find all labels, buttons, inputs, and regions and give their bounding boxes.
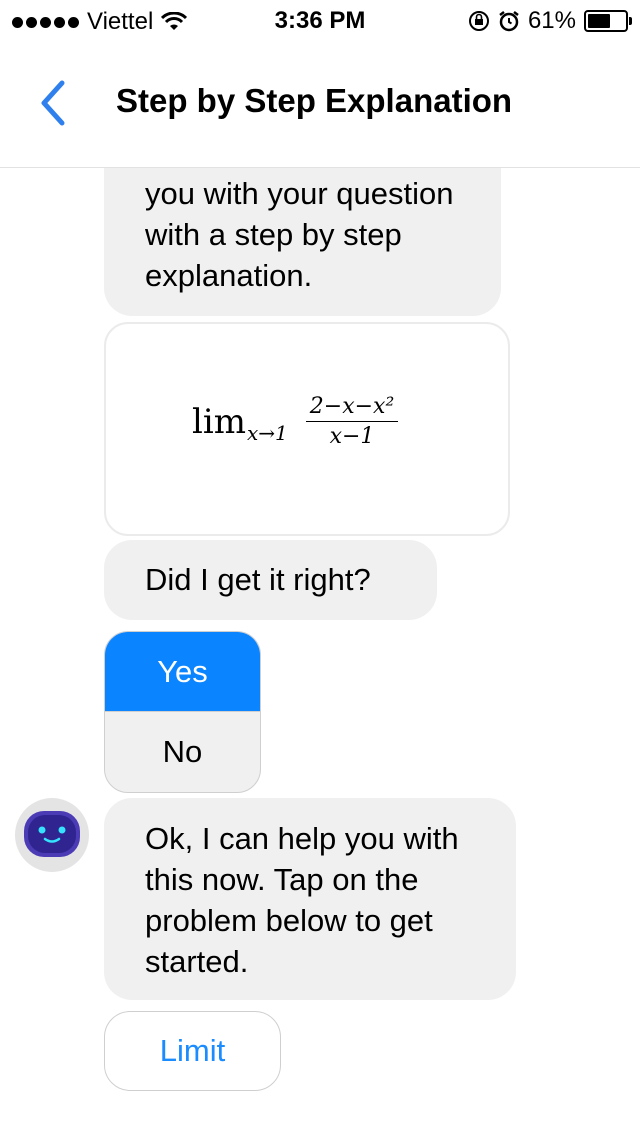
bot-message-intro: you with your question with a step by st… bbox=[104, 168, 501, 316]
status-left: Viettel bbox=[12, 8, 188, 36]
message-text: you with your question with a step by st… bbox=[145, 176, 454, 293]
yes-button[interactable]: Yes bbox=[105, 632, 260, 712]
battery-icon bbox=[584, 10, 632, 32]
fraction-numerator: 2−x−x² bbox=[305, 394, 399, 422]
robot-avatar-icon bbox=[18, 801, 86, 869]
signal-strength-icon bbox=[12, 16, 79, 28]
math-problem-card[interactable]: lim x→1 2−x−x² x−1 bbox=[104, 322, 510, 536]
navigation-bar: Step by Step Explanation bbox=[0, 40, 640, 168]
avatar bbox=[15, 798, 89, 872]
limit-operator: lim bbox=[192, 401, 246, 442]
fraction-denominator: x−1 bbox=[329, 424, 375, 449]
fraction: 2−x−x² x−1 bbox=[305, 394, 399, 449]
bot-message-help: Ok, I can help you with this now. Tap on… bbox=[104, 798, 516, 1000]
quick-reply-group: Yes No bbox=[104, 631, 261, 793]
alarm-icon bbox=[499, 11, 519, 32]
app-screen: Viettel 3:36 PM 61% Step by Step Explana… bbox=[0, 0, 640, 1136]
back-button[interactable] bbox=[30, 78, 80, 128]
page-title: Step by Step Explanation bbox=[116, 82, 513, 119]
status-right: 61% bbox=[468, 7, 632, 35]
math-expression: lim x→1 2−x−x² x−1 bbox=[192, 394, 399, 449]
carrier-name: Viettel bbox=[87, 8, 154, 35]
bot-message-question: Did I get it right? bbox=[104, 540, 437, 620]
chat-thread[interactable]: you with your question with a step by st… bbox=[0, 168, 640, 1136]
no-button[interactable]: No bbox=[105, 712, 260, 792]
limit-subscript: x→1 bbox=[247, 420, 288, 445]
status-bar: Viettel 3:36 PM 61% bbox=[0, 0, 640, 40]
battery-percent: 61% bbox=[527, 7, 576, 34]
wifi-icon bbox=[161, 12, 188, 30]
rotation-lock-icon bbox=[468, 11, 489, 31]
limit-button[interactable]: Limit bbox=[104, 1011, 281, 1091]
